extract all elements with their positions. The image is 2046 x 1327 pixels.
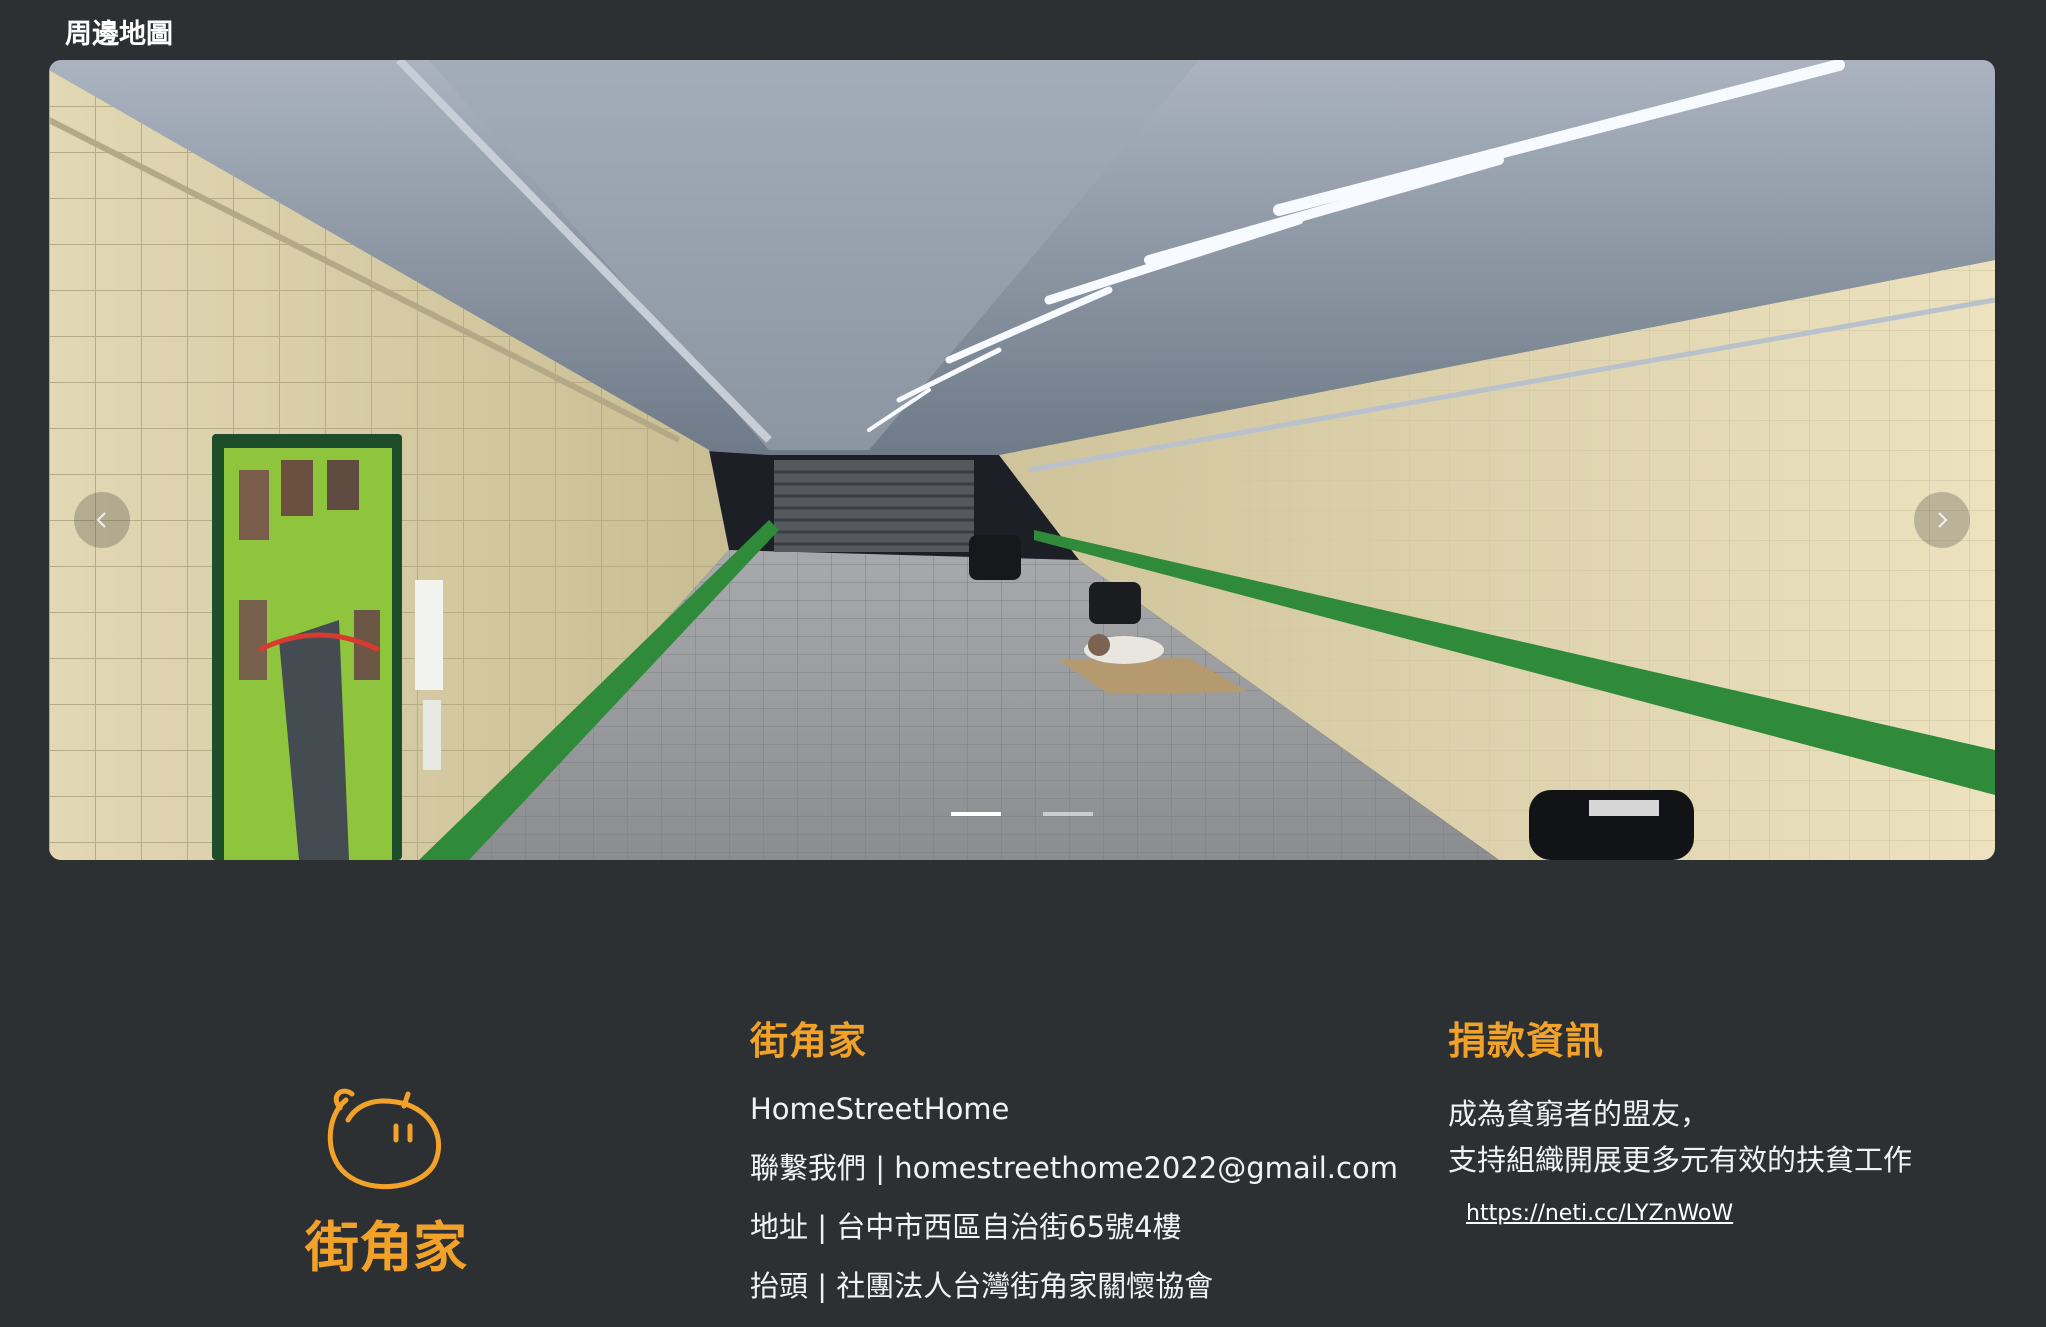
footer-about-column: 街角家 HomeStreetHome 聯繫我們 | homestreethome…: [750, 1010, 1398, 1327]
chevron-left-icon: [96, 512, 106, 528]
carousel-indicators: [49, 812, 1995, 816]
donate-text-line-2: 支持組織開展更多元有效的扶貧工作: [1448, 1143, 1913, 1177]
about-heading: 街角家: [750, 1019, 868, 1063]
donate-text-line-1: 成為貧窮者的盟友，: [1448, 1097, 1710, 1131]
underpass-photo: [49, 60, 1995, 860]
carousel-next-button[interactable]: [1914, 492, 1970, 548]
carousel-indicator-1[interactable]: [951, 812, 1001, 816]
donate-link[interactable]: https://neti.cc/LYZnWoW: [1466, 1201, 1733, 1226]
section-title: 周邊地圖: [65, 19, 173, 50]
address: 地址 | 台中市西區自治街65號4樓: [750, 1210, 1182, 1244]
chevron-right-icon: [1938, 512, 1948, 528]
carousel-indicator-2[interactable]: [1043, 812, 1093, 816]
org-title: 抬頭 | 社團法人台灣街角家關懷協會: [750, 1269, 1214, 1303]
logo-wordmark: 街角家: [304, 1216, 467, 1279]
org-name: HomeStreetHome: [750, 1092, 1010, 1126]
donate-heading: 捐款資訊: [1448, 1019, 1605, 1063]
footer-logo: 街角家: [286, 1076, 486, 1280]
contact-email: 聯繫我們 | homestreethome2022@gmail.com: [750, 1151, 1398, 1185]
carousel-prev-button[interactable]: [74, 492, 130, 548]
smiley-face-logo: 街角家: [304, 1088, 467, 1279]
footer-donate-column: 捐款資訊 成為貧窮者的盟友， 支持組織開展更多元有效的扶貧工作 https://…: [1448, 1010, 2008, 1226]
photo-carousel[interactable]: [49, 60, 1995, 860]
carousel-slide-underpass-photo: [49, 60, 1995, 860]
